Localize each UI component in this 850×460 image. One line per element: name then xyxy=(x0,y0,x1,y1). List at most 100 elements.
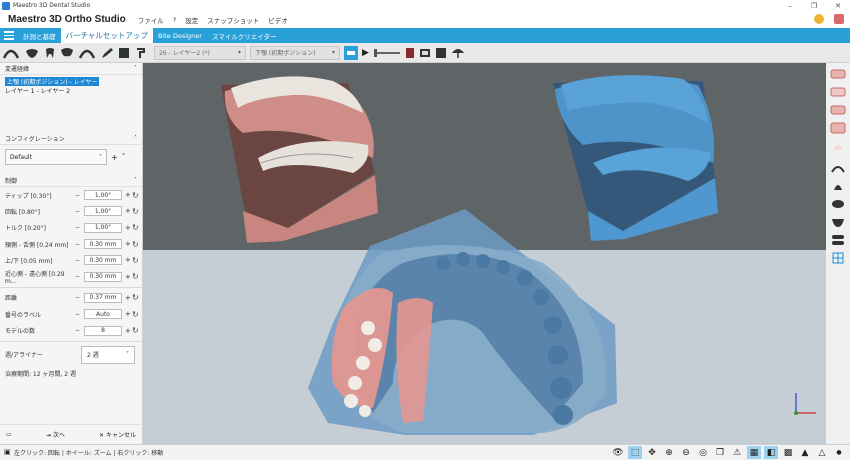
close-button[interactable]: ✕ xyxy=(826,0,850,11)
image-view-icon[interactable]: ▦ xyxy=(747,446,761,459)
pdf-report-icon[interactable] xyxy=(405,46,415,60)
tooth-top-icon[interactable] xyxy=(830,179,846,193)
reset-icon[interactable]: ↻ xyxy=(132,326,140,335)
tab-smile-creator[interactable]: スマイルクリエイター xyxy=(207,28,282,43)
plus-button[interactable]: + xyxy=(125,191,132,199)
reset-icon[interactable]: ↻ xyxy=(132,256,140,265)
jaw-side-view-icon[interactable] xyxy=(830,121,846,135)
minus-button[interactable]: − xyxy=(75,208,81,215)
jaw-open-view-icon[interactable] xyxy=(830,85,846,99)
minus-button[interactable]: − xyxy=(75,224,81,231)
plus-button[interactable]: + xyxy=(125,273,132,281)
history-item[interactable]: レイヤー 1 - レイヤー 2 xyxy=(5,86,137,95)
play-icon[interactable]: ▶ xyxy=(362,46,369,60)
cancel-button[interactable]: ✕ キャンセル xyxy=(99,430,136,439)
history-section-header[interactable]: 変遷経緯 ˄ xyxy=(0,63,142,75)
profile-view-icon[interactable]: ◧ xyxy=(764,446,778,459)
triangle-icon[interactable]: △ xyxy=(815,446,829,459)
zoom-in-icon[interactable]: ⊕ xyxy=(662,446,676,459)
collapse-icon[interactable]: ˄ xyxy=(134,177,137,184)
copy-icon[interactable]: ❐ xyxy=(713,446,727,459)
arch-upper-icon[interactable] xyxy=(2,46,20,60)
maximize-button[interactable]: ❐ xyxy=(802,0,826,11)
plus-button[interactable]: + xyxy=(125,207,132,215)
reset-icon[interactable]: ↻ xyxy=(132,310,140,319)
distance-input[interactable]: 0.37 mm xyxy=(84,292,122,303)
reset-icon[interactable]: ↻ xyxy=(132,207,140,216)
eye-icon[interactable]: 👁 xyxy=(611,446,625,459)
step-input[interactable]: 0.30 mm xyxy=(84,255,122,266)
layout-icon[interactable]: ▭ xyxy=(6,431,12,438)
tab-measure-base[interactable]: 計測と基礎 xyxy=(18,28,61,43)
jaw-front-view-icon[interactable] xyxy=(830,103,846,117)
stage-input[interactable]: Auto xyxy=(84,309,122,320)
menu-file[interactable]: ファイル xyxy=(138,15,164,25)
minus-button[interactable]: − xyxy=(75,241,81,248)
notification-icon[interactable] xyxy=(814,14,824,24)
config-select[interactable]: Default ˅ xyxy=(5,149,107,165)
center-icon[interactable]: ◎ xyxy=(696,446,710,459)
minus-button[interactable]: − xyxy=(75,327,81,334)
arch-wire-icon[interactable] xyxy=(830,161,846,175)
tooth-icon[interactable] xyxy=(44,46,56,60)
dot-icon[interactable]: ● xyxy=(832,446,846,459)
minus-button[interactable]: − xyxy=(75,257,81,264)
hamburger-menu-icon[interactable] xyxy=(0,28,18,43)
zoom-out-icon[interactable]: ⊖ xyxy=(679,446,693,459)
plus-button[interactable]: + xyxy=(125,327,132,335)
minimize-button[interactable]: – xyxy=(778,0,802,11)
pen-icon[interactable] xyxy=(100,46,114,60)
menu-settings[interactable]: 設定 xyxy=(185,15,198,25)
aligner-weeks-select[interactable]: 2 週 ˅ xyxy=(81,345,135,364)
tab-bite-designer[interactable]: Bite Designer xyxy=(153,28,207,43)
plus-button[interactable]: + xyxy=(125,294,132,302)
minus-button[interactable]: − xyxy=(75,294,81,301)
reset-icon[interactable]: ↻ xyxy=(132,293,140,302)
attachment-tool-icon[interactable] xyxy=(134,46,150,60)
move-tool-icon[interactable]: ✥ xyxy=(645,446,659,459)
plus-button[interactable]: + xyxy=(125,256,132,264)
layer-link-icon[interactable] xyxy=(344,45,358,60)
3d-viewport[interactable] xyxy=(143,63,826,444)
export-icon[interactable] xyxy=(435,46,447,60)
lower-layer-select[interactable]: 下顎 (初期ポジション) ▾ xyxy=(250,45,340,60)
step-input[interactable]: 1.00° xyxy=(84,190,122,201)
history-item-selected[interactable]: 上顎 (初期ポジション) - レイヤー xyxy=(5,77,100,86)
plus-button[interactable]: + xyxy=(125,224,132,232)
reset-icon[interactable]: ↻ xyxy=(132,191,140,200)
user-icon[interactable] xyxy=(834,14,844,24)
tab-virtual-setup[interactable]: バーチャルセットアップ xyxy=(60,28,153,43)
minus-button[interactable]: − xyxy=(75,273,81,280)
occlusion-icon[interactable] xyxy=(24,46,40,60)
models-input[interactable]: 8 xyxy=(84,325,122,336)
collapse-icon[interactable]: ˄ xyxy=(134,135,137,142)
add-config-button[interactable]: + xyxy=(111,153,118,162)
control-section-header[interactable]: 制御 ˄ xyxy=(0,175,142,187)
step-input[interactable]: 0.30 mm xyxy=(84,239,122,250)
overlay-icon[interactable]: ▲ xyxy=(798,446,812,459)
collapse-icon[interactable]: ˄ xyxy=(134,65,137,72)
upper-jaw-view-icon[interactable] xyxy=(830,67,846,81)
plus-button[interactable]: + xyxy=(125,310,132,318)
config-section-header[interactable]: コンフィグレーション ˄ xyxy=(0,133,142,145)
chevron-down-icon[interactable]: ˅ xyxy=(122,153,126,161)
reset-icon[interactable]: ↻ xyxy=(132,223,140,232)
menu-help[interactable]: ? xyxy=(173,16,176,24)
tooth-crown-icon[interactable] xyxy=(60,46,74,60)
film-strip-icon[interactable] xyxy=(419,46,431,60)
attachment-icon[interactable]: ⚠ xyxy=(730,446,744,459)
minus-button[interactable]: − xyxy=(75,311,81,318)
menu-snapshot[interactable]: スナップショット xyxy=(207,15,259,25)
bottom-jaw-view-icon[interactable] xyxy=(830,215,846,229)
grid-view-icon[interactable] xyxy=(830,251,846,265)
step-input[interactable]: 0.30 mm xyxy=(84,271,122,282)
playback-slider[interactable] xyxy=(373,48,400,57)
umbrella-icon[interactable] xyxy=(451,46,465,60)
plus-button[interactable]: + xyxy=(125,240,132,248)
color-square-icon[interactable] xyxy=(118,46,130,60)
reset-icon[interactable]: ↻ xyxy=(132,240,140,249)
reset-icon[interactable]: ↻ xyxy=(132,272,140,281)
mesh-icon[interactable]: ▩ xyxy=(781,446,795,459)
both-jaws-view-icon[interactable] xyxy=(830,233,846,247)
occlusal-view-icon[interactable] xyxy=(830,197,846,211)
